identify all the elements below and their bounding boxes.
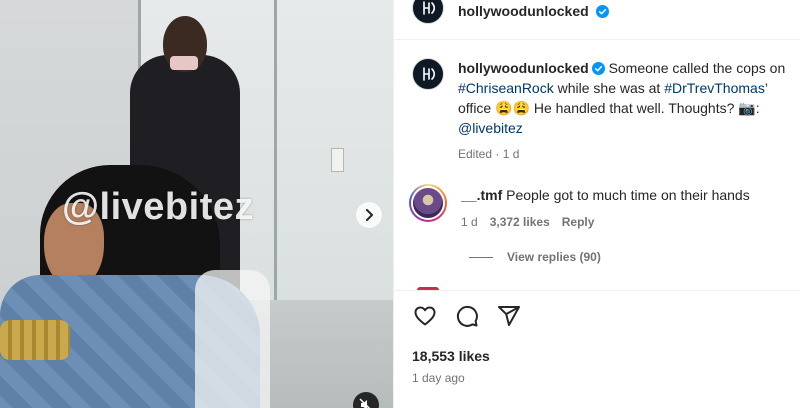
share-button[interactable] [496, 303, 522, 329]
caption-username[interactable]: hollywoodunlocked [458, 60, 589, 76]
next-media-button[interactable] [356, 202, 382, 228]
verified-badge-icon [591, 62, 605, 75]
light-switch [331, 148, 344, 172]
verified-badge-icon [596, 5, 610, 18]
chevron-right-icon [366, 209, 373, 221]
replies-line [469, 256, 493, 258]
hashtag-chriseanrock[interactable]: #ChriseanRock [458, 80, 554, 96]
hollywoodunlocked-logo-icon [423, 1, 436, 15]
post-time[interactable]: 1 day ago [412, 371, 465, 385]
commenter-avatar-image [411, 186, 445, 220]
comment-bubble-icon [456, 305, 478, 327]
caption-age[interactable]: 1 d [503, 147, 520, 161]
caption-part-2: while she was at [553, 80, 665, 96]
likes-count[interactable]: 18,553 likes [412, 348, 490, 364]
hashtag-drtrevthomas[interactable]: #DrTrevThomas [664, 80, 765, 96]
header-divider [394, 39, 800, 40]
caption-content: hollywoodunlocked Someone called the cop… [458, 58, 800, 161]
like-button[interactable] [412, 303, 438, 329]
meta-separator: · [495, 147, 500, 161]
action-bar [412, 303, 522, 329]
comment-age[interactable]: 1 d [461, 215, 478, 229]
commenter-username[interactable]: __.tmf [461, 187, 502, 203]
author-avatar[interactable] [412, 0, 444, 24]
media-watermark: @livebitez [62, 186, 254, 228]
post-media[interactable]: @livebitez [0, 0, 393, 408]
actions-divider [394, 290, 800, 291]
caption-text: hollywoodunlocked Someone called the cop… [458, 58, 800, 138]
caption-part-1: Someone called the cops on [608, 60, 786, 76]
caption-block: hollywoodunlocked Someone called the cop… [412, 58, 800, 161]
edited-label: Edited [458, 147, 493, 161]
author-name-row: hollywoodunlocked [458, 3, 610, 21]
paper-plane-icon [498, 306, 520, 326]
reply-button[interactable]: Reply [562, 215, 595, 229]
speaker-muted-icon [359, 398, 371, 408]
caption-meta: Edited · 1 d [458, 147, 800, 161]
face-mask [170, 56, 198, 70]
gold-chain [0, 320, 70, 360]
post-header: hollywoodunlocked [412, 0, 610, 24]
author-username[interactable]: hollywoodunlocked [458, 3, 589, 19]
heart-icon [414, 306, 436, 326]
comment-text-row: __.tmf People got to much time on their … [461, 185, 750, 205]
comment-meta: 1 d 3,372 likes Reply [461, 215, 750, 229]
post-panel: hollywoodunlocked hollywoodunlocked Some… [393, 0, 800, 408]
view-replies-label[interactable]: View replies (90) [507, 250, 601, 264]
comment-text: People got to much time on their hands [506, 187, 750, 203]
caption-author-avatar[interactable] [412, 58, 444, 90]
comment-content: __.tmf People got to much time on their … [461, 184, 750, 229]
comment-likes[interactable]: 3,372 likes [490, 215, 550, 229]
mention-livebitez[interactable]: @livebitez [458, 120, 523, 136]
comment-button[interactable] [454, 303, 480, 329]
comment-item: __.tmf People got to much time on their … [409, 184, 800, 229]
view-replies[interactable]: View replies (90) [469, 250, 601, 264]
chair [195, 270, 270, 408]
hollywoodunlocked-logo-icon [423, 67, 436, 81]
commenter-avatar[interactable] [409, 184, 447, 222]
